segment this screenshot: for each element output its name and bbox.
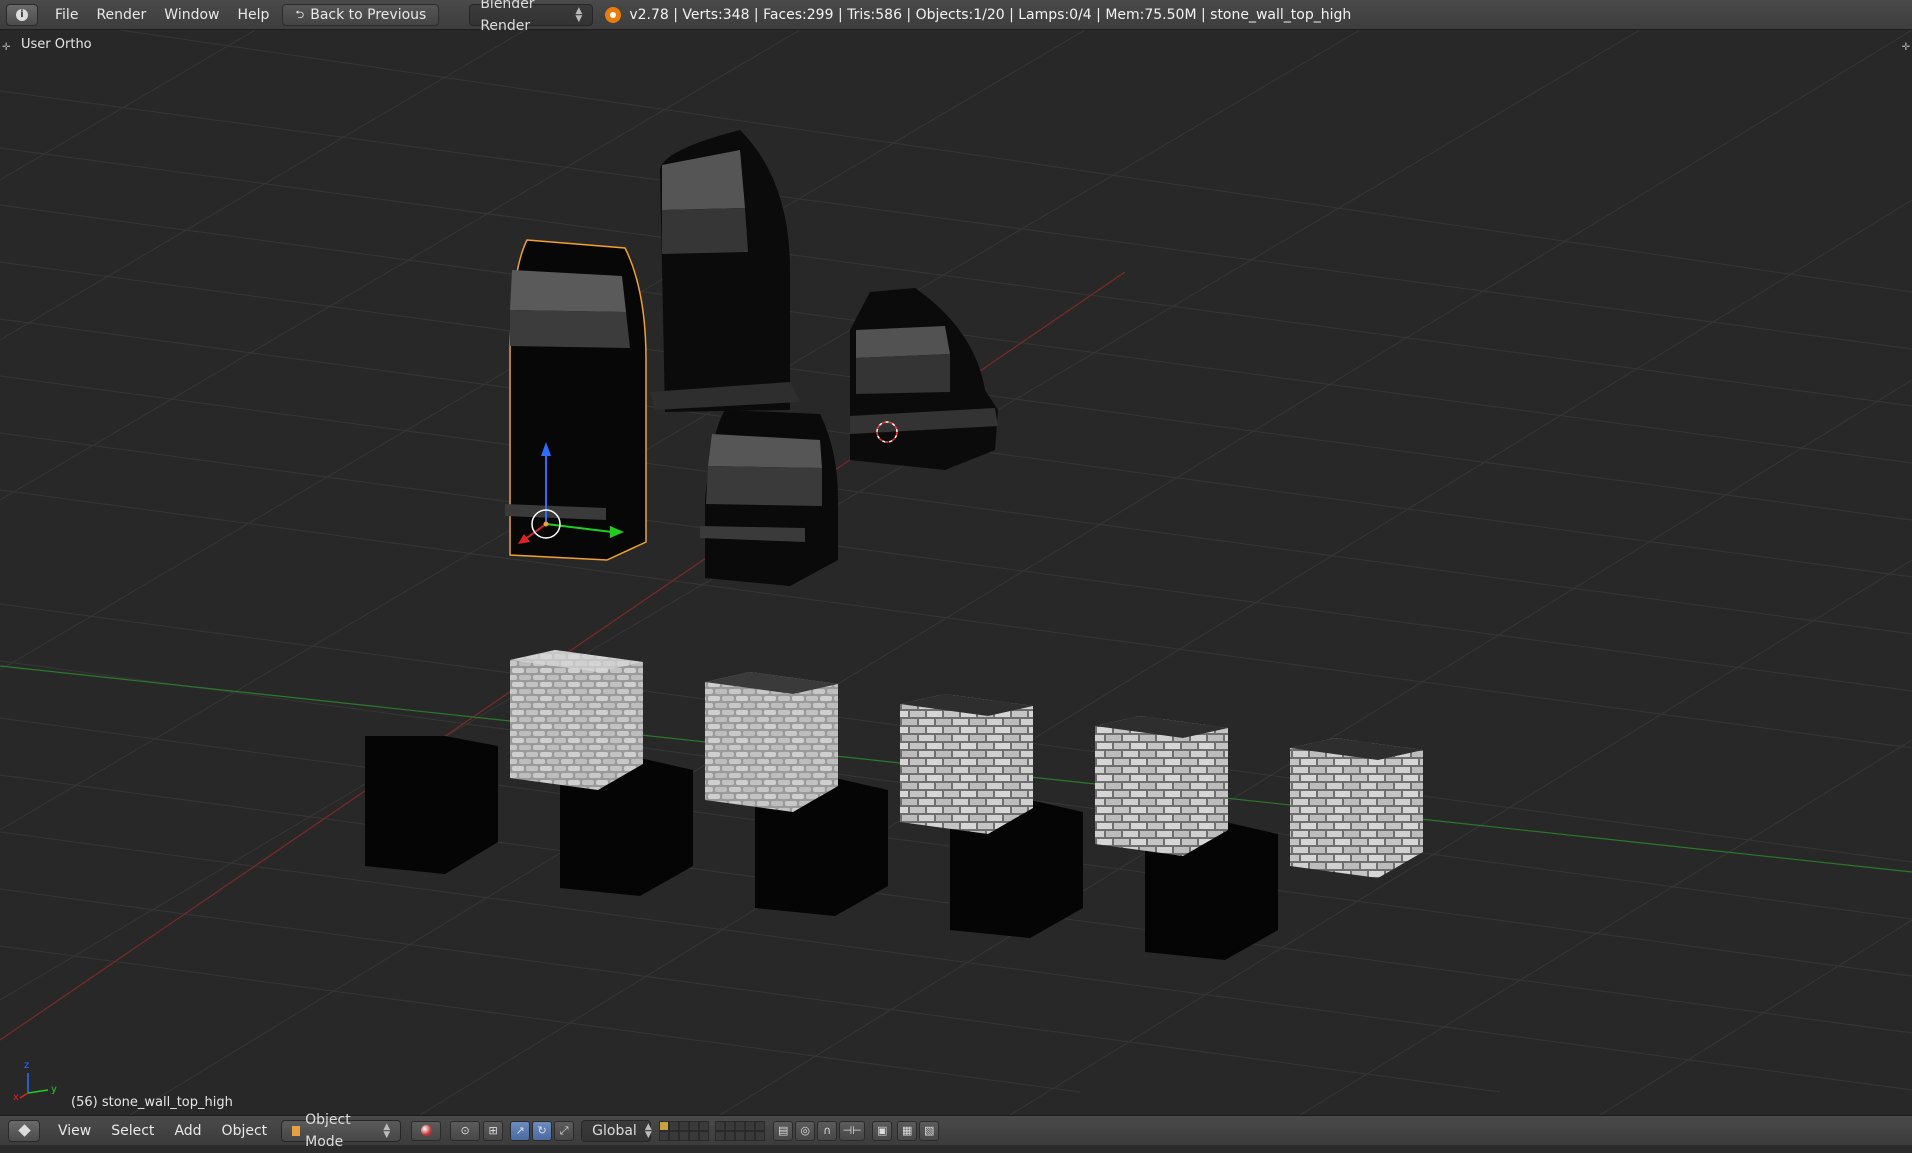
info-icon: i [16, 8, 28, 21]
layer-button[interactable] [755, 1130, 766, 1141]
render-engine-select[interactable]: Blender Render ▲ ▼ [469, 0, 594, 34]
wall-top-pieces[interactable] [505, 130, 998, 586]
pivot-point-button[interactable]: ⊙ [450, 1120, 481, 1141]
updown-arrows-icon: ▲ ▼ [644, 1121, 652, 1140]
view-name-label: User Ortho [21, 37, 92, 52]
layer-button[interactable] [735, 1130, 746, 1141]
axis-x-label: x [13, 1092, 19, 1103]
mode-select[interactable]: Object Mode ▲ ▼ [281, 1112, 402, 1150]
menu-render[interactable]: Render [87, 3, 155, 27]
clapper-icon: ▧ [923, 1124, 935, 1137]
viewport-scene[interactable] [0, 30, 1912, 1115]
blender-logo-icon [605, 6, 622, 23]
3d-view-header: View Select Add Object Object Mode ▲ ▼ ⊙ … [0, 1112, 1912, 1150]
black-cube[interactable] [365, 736, 498, 874]
menu-object[interactable]: Object [212, 1123, 278, 1139]
layer-buttons[interactable] [659, 1120, 710, 1141]
layer-button[interactable] [715, 1120, 726, 1131]
editor-type-selector[interactable] [8, 1119, 40, 1142]
opengl-render-animation-button[interactable]: ▦ [897, 1120, 918, 1141]
layer-button[interactable] [715, 1130, 726, 1141]
snap-element-icon: ⊣⊢ [842, 1124, 862, 1137]
film-icon: ▦ [901, 1124, 913, 1137]
snap-element-button[interactable]: ⊣⊢ [839, 1120, 866, 1141]
mode-label: Object Mode [305, 1111, 351, 1150]
camera-icon: ▣ [876, 1124, 888, 1137]
axis-y-label: y [51, 1084, 57, 1095]
layer-button[interactable] [745, 1120, 756, 1131]
opengl-render-image-button[interactable]: ▣ [872, 1120, 893, 1141]
lock-icon: ▤ [777, 1124, 789, 1137]
updown-arrows-icon: ▲ ▼ [575, 5, 583, 24]
area-split-corner-icon[interactable]: ✛ [2, 42, 10, 53]
menu-help[interactable]: Help [228, 3, 278, 27]
stone-cube[interactable] [1290, 738, 1423, 878]
transform-orientation-select[interactable]: Global ▲ ▼ [581, 1119, 652, 1142]
translate-arrow-icon: ↗ [515, 1124, 525, 1137]
back-icon: ⮌ [295, 7, 305, 21]
layer-button[interactable] [725, 1120, 736, 1131]
pivot-icon: ⊙ [460, 1124, 470, 1137]
magnet-icon: ∩ [823, 1124, 832, 1137]
layer-button[interactable] [699, 1130, 710, 1141]
layer-button[interactable] [669, 1130, 680, 1141]
object-mode-icon [292, 1125, 301, 1136]
object-origin-icon [543, 521, 549, 527]
render-region-button[interactable]: ▧ [919, 1120, 940, 1141]
grid-floor [0, 30, 1912, 1115]
layer-buttons[interactable] [715, 1120, 766, 1141]
layer-button[interactable] [699, 1120, 710, 1131]
layer-button[interactable] [735, 1120, 746, 1131]
layer-button[interactable] [689, 1120, 700, 1131]
active-object-label: (56) stone_wall_top_high [71, 1095, 233, 1110]
layer-button[interactable] [669, 1120, 680, 1131]
info-header: i File Render Window Help ⮌ Back to Prev… [0, 0, 1912, 34]
shading-sphere-icon [420, 1125, 432, 1136]
rotate-arc-icon: ↻ [537, 1124, 547, 1137]
stone-cube[interactable] [510, 650, 643, 790]
viewport-shading-button[interactable] [411, 1120, 442, 1141]
orientation-label: Global [592, 1122, 637, 1139]
stone-cube[interactable] [900, 694, 1033, 834]
menu-add[interactable]: Add [164, 1123, 211, 1139]
area-split-corner-icon[interactable]: ✛ [1902, 42, 1910, 53]
translate-manipulator-button[interactable]: ↗ [510, 1120, 531, 1141]
editor-type-selector[interactable]: i [6, 3, 38, 26]
manipulator-icon: ⊞ [488, 1124, 498, 1137]
scene-stats: v2.78 | Verts:348 | Faces:299 | Tris:586… [605, 6, 1352, 23]
back-to-previous-button[interactable]: ⮌ Back to Previous [282, 3, 440, 26]
layer-button[interactable] [679, 1130, 690, 1141]
scale-icon: ⤢ [559, 1123, 569, 1137]
proportional-icon: ◎ [800, 1124, 810, 1137]
snap-toggle-button[interactable]: ∩ [817, 1120, 838, 1141]
layer-button[interactable] [745, 1130, 756, 1141]
3d-viewport[interactable]: User Ortho z y x (56) stone_wall_top_hig… [0, 30, 1912, 1115]
axis-widget [19, 1073, 49, 1099]
axis-z-label: z [24, 1060, 30, 1071]
layer-button[interactable] [659, 1130, 670, 1141]
layer-button[interactable] [755, 1120, 766, 1131]
stats-text: v2.78 | Verts:348 | Faces:299 | Tris:586… [629, 6, 1352, 23]
back-to-previous-label: Back to Previous [310, 6, 427, 23]
layer-button[interactable] [725, 1130, 736, 1141]
3d-view-icon [17, 1124, 31, 1137]
updown-arrows-icon: ▲ ▼ [383, 1121, 391, 1140]
rotate-manipulator-button[interactable]: ↻ [532, 1120, 553, 1141]
menu-window[interactable]: Window [155, 3, 228, 27]
proportional-edit-button[interactable]: ◎ [795, 1120, 816, 1141]
layer-button[interactable] [659, 1120, 670, 1131]
scale-manipulator-button[interactable]: ⤢ [554, 1120, 575, 1141]
stone-cube[interactable] [1095, 716, 1228, 856]
lock-to-scene-button[interactable]: ▤ [773, 1120, 794, 1141]
manipulator-toggle-button[interactable]: ⊞ [483, 1120, 504, 1141]
layer-button[interactable] [679, 1120, 690, 1131]
menu-select[interactable]: Select [101, 1123, 164, 1139]
selected-wall-top-piece[interactable] [505, 239, 647, 561]
stone-cube[interactable] [705, 672, 838, 812]
menu-view[interactable]: View [48, 1123, 101, 1139]
menu-file[interactable]: File [46, 3, 87, 27]
layer-button[interactable] [689, 1130, 700, 1141]
